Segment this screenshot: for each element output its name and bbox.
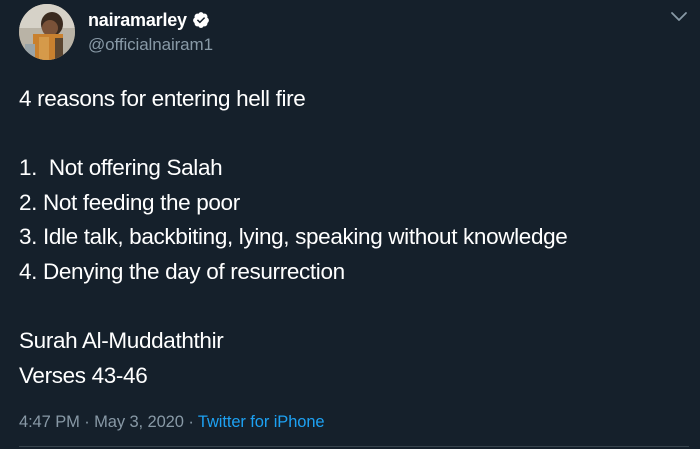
author-display-name[interactable]: nairamarley	[88, 10, 187, 31]
tweet-text-line	[19, 290, 689, 325]
divider	[19, 446, 689, 447]
tweet-text-line: 3. Idle talk, backbiting, lying, speakin…	[19, 224, 568, 250]
profile-photo	[19, 4, 75, 60]
author-name-row: nairamarley	[88, 9, 213, 31]
author-block[interactable]: nairamarley @officialnairam1	[88, 9, 213, 55]
meta-separator: ·	[79, 413, 95, 431]
tweet-meta: 4:47 PM · May 3, 2020 · Twitter for iPho…	[19, 413, 325, 432]
avatar[interactable]	[19, 4, 75, 60]
tweet-time[interactable]: 4:47 PM	[19, 413, 80, 431]
tweet-source-link[interactable]: Twitter for iPhone	[198, 413, 325, 431]
verified-badge-icon	[192, 11, 210, 29]
tweet-text-line	[19, 117, 689, 152]
tweet-text-line: 4 reasons for entering hell fire	[19, 86, 306, 111]
meta-separator: ·	[183, 413, 198, 431]
tweet-text-line: Surah Al-Muddaththir	[19, 328, 224, 354]
tweet-card: nairamarley @officialnairam1 4 reasons f…	[0, 0, 700, 449]
tweet-text-line: 4. Denying the day of resurrection	[19, 258, 345, 284]
tweet-text-line: 1. Not offering Salah	[19, 155, 223, 181]
tweet-date[interactable]: May 3, 2020	[94, 413, 184, 431]
chevron-down-icon[interactable]	[670, 10, 688, 24]
tweet-text-line: 2. Not feeding the poor	[19, 189, 240, 215]
tweet-text: 4 reasons for entering hell fire 1. Not …	[19, 82, 689, 393]
tweet-text-line: Verses 43-46	[19, 362, 148, 388]
author-handle[interactable]: @officialnairam1	[88, 35, 213, 55]
